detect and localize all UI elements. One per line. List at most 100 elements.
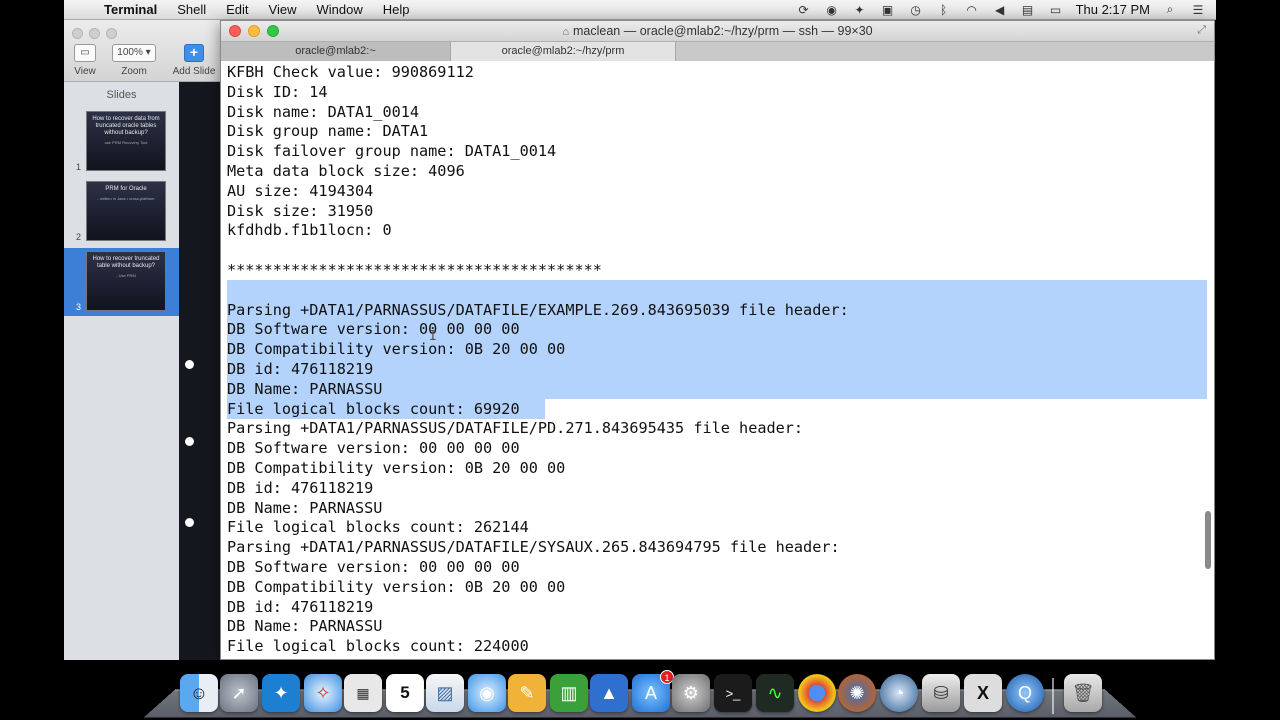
slide-navigator: Slides 1 How to recover data from trunca… — [64, 82, 179, 660]
navicat-icon[interactable]: ◔ — [880, 674, 918, 712]
selection-handle[interactable] — [185, 360, 194, 369]
menu-help[interactable]: Help — [373, 2, 420, 17]
battery-icon[interactable]: ▭ — [1048, 3, 1064, 17]
tab-oracle-home[interactable]: oracle@mlab2:~ — [221, 42, 451, 61]
volume-icon[interactable]: ◀ — [992, 3, 1008, 17]
terminal-line: DB Software version: 00 00 00 00 — [227, 558, 520, 576]
slide-number: 3 — [76, 302, 82, 312]
screen: Terminal Shell Edit View Window Help ⟳ ◉… — [0, 0, 1280, 720]
app-store-icon[interactable]: A1 — [632, 670, 674, 712]
twitter-status-icon[interactable]: ✦ — [852, 3, 868, 17]
database-icon[interactable]: ⛁ — [922, 674, 960, 712]
safari-icon[interactable]: ✧ — [304, 674, 342, 712]
window-title: maclean — oracle@mlab2:~/hzy/prm — ssh —… — [573, 24, 873, 38]
numbers-icon[interactable]: ▥ — [550, 674, 588, 712]
clock[interactable]: Thu 2:17 PM — [1076, 2, 1150, 17]
add-slide-button[interactable]: + Add Slide — [168, 44, 220, 77]
bluetooth-icon[interactable]: ᛒ — [936, 3, 952, 17]
terminal-titlebar[interactable]: ⌂ maclean — oracle@mlab2:~/hzy/prm — ssh … — [221, 21, 1214, 42]
menu-view[interactable]: View — [259, 2, 307, 17]
terminal-line: DB Name: PARNASSU — [227, 379, 383, 398]
finder-icon[interactable]: ☺ — [180, 674, 218, 712]
trash-icon[interactable]: 🗑 — [1064, 674, 1102, 712]
terminal-output[interactable]: KFBH Check value: 990869112 Disk ID: 14 Di… — [221, 61, 1214, 659]
menu-app-name[interactable]: Terminal — [98, 2, 167, 17]
slide-preview: How to recover truncated table without b… — [86, 251, 166, 311]
screen-share-icon[interactable]: ▣ — [880, 3, 896, 17]
add-slide-icon: + — [184, 44, 204, 62]
terminal-line: DB Name: PARNASSU — [227, 498, 383, 517]
zoom-select[interactable]: 100% ▾ — [112, 44, 156, 62]
calendar-icon[interactable]: 5 — [386, 674, 424, 712]
sync-icon[interactable]: ⟳ — [796, 3, 812, 17]
terminal-line: ****************************************… — [227, 261, 602, 279]
system-preferences-icon[interactable]: ⚙ — [672, 674, 710, 712]
terminal-line: DB Software version: 00 00 00 00 — [227, 320, 520, 339]
selection-handle[interactable] — [185, 437, 194, 446]
calendar-day: 5 — [400, 683, 410, 702]
terminal-line: KFBH Check value: 990869112 — [227, 63, 474, 81]
x11-icon[interactable]: X — [964, 674, 1002, 712]
chrome-icon[interactable] — [798, 674, 836, 712]
terminal-line: DB Name: PARNASSU — [227, 617, 383, 636]
pages-icon[interactable]: ✎ — [508, 674, 546, 712]
keynote-zoom-control[interactable]: 100% ▾ Zoom — [110, 44, 158, 77]
wifi-icon[interactable]: ◠ — [964, 3, 980, 17]
terminal-line: Parsing +DATA1/PARNASSUS/DATAFILE/EXAMPL… — [227, 300, 849, 319]
dock-separator — [1052, 678, 1054, 714]
slide-thumbnail-3[interactable]: 3 How to recover truncated table without… — [64, 248, 179, 316]
keynote-close-button[interactable] — [72, 28, 83, 39]
spotlight-search-icon[interactable]: ⌕ — [1162, 2, 1178, 17]
keynote-zoom-button[interactable] — [106, 28, 117, 39]
terminal-icon[interactable]: >_ — [714, 674, 752, 712]
quicktime-icon[interactable]: Q — [1006, 674, 1044, 712]
terminal-line: File logical blocks count: 262144 — [227, 518, 529, 537]
flag-icon[interactable]: ▤ — [1020, 3, 1036, 17]
keynote-minimize-button[interactable] — [89, 28, 100, 39]
terminal-line: DB Compatibility version: 0B 20 00 00 — [227, 459, 566, 477]
record-icon[interactable]: ◉ — [824, 3, 840, 17]
tweetbot-icon[interactable]: ✦ — [262, 674, 300, 712]
firefox-icon[interactable]: ✺ — [838, 674, 876, 712]
slides-title: Slides — [106, 89, 137, 101]
tab-oracle-prm[interactable]: oracle@mlab2:~/hzy/prm — [451, 42, 676, 61]
terminal-line: DB Compatibility version: 0B 20 00 00 — [227, 577, 566, 596]
terminal-line: Disk failover group name: DATA1_0014 — [227, 142, 557, 161]
time-machine-icon[interactable]: ◷ — [908, 3, 924, 17]
slide-thumbnail-2[interactable]: 2 PRM for Oracle - written in Java • cro… — [64, 178, 179, 246]
keynote-toolbar: ▭ View 100% ▾ Zoom + Add Slide — [64, 20, 224, 82]
terminal-line: Disk ID: 14 — [227, 82, 328, 101]
terminal-line: Disk size: 31950 — [227, 201, 374, 220]
view-icon: ▭ — [74, 44, 96, 62]
activity-monitor-icon[interactable]: ∿ — [756, 674, 794, 712]
zoom-value: 100% — [117, 47, 143, 58]
terminal-line: DB Compatibility version: 0B 20 00 00 — [227, 340, 566, 359]
terminal-line: AU size: 4194304 — [227, 181, 374, 200]
fullscreen-icon[interactable]: ⤢ — [1197, 24, 1206, 37]
view-label: View — [74, 66, 96, 77]
slide-preview: How to recover data from truncated oracl… — [86, 111, 166, 171]
calculator-icon[interactable]: ▦ — [344, 674, 382, 712]
menu-shell[interactable]: Shell — [167, 2, 216, 17]
preview-icon[interactable]: ▨ — [426, 674, 464, 712]
keynote-view-button[interactable]: ▭ View — [72, 44, 98, 77]
scrollbar-thumb[interactable] — [1205, 511, 1211, 569]
terminal-line: Meta data block size: 4096 — [227, 162, 465, 180]
slide-subtitle: - Use PRM — [116, 273, 136, 278]
terminal-line: DB id: 476118219 — [227, 478, 374, 497]
notification-center-icon[interactable]: ☰ — [1190, 3, 1206, 17]
terminal-line: Disk group name: DATA1 — [227, 122, 429, 141]
menu-edit[interactable]: Edit — [216, 2, 258, 17]
messages-icon[interactable]: ◉ — [468, 674, 506, 712]
keynote-icon[interactable]: ▲ — [590, 674, 628, 712]
slide-number: 1 — [76, 162, 82, 172]
menu-window[interactable]: Window — [307, 2, 373, 17]
slide-title: How to recover data from truncated oracl… — [92, 116, 160, 136]
slide-thumbnail-1[interactable]: 1 How to recover data from truncated ora… — [64, 108, 179, 176]
launchpad-icon[interactable]: ➚ — [220, 674, 258, 712]
terminal-line: DB id: 476118219 — [227, 360, 374, 378]
terminal-line: Parsing +DATA1/PARNASSUS/DATAFILE/PD.271… — [227, 419, 804, 438]
letterbox-right — [1216, 0, 1280, 720]
selection-handle[interactable] — [185, 518, 194, 527]
terminal-line: Disk name: DATA1_0014 — [227, 102, 420, 121]
